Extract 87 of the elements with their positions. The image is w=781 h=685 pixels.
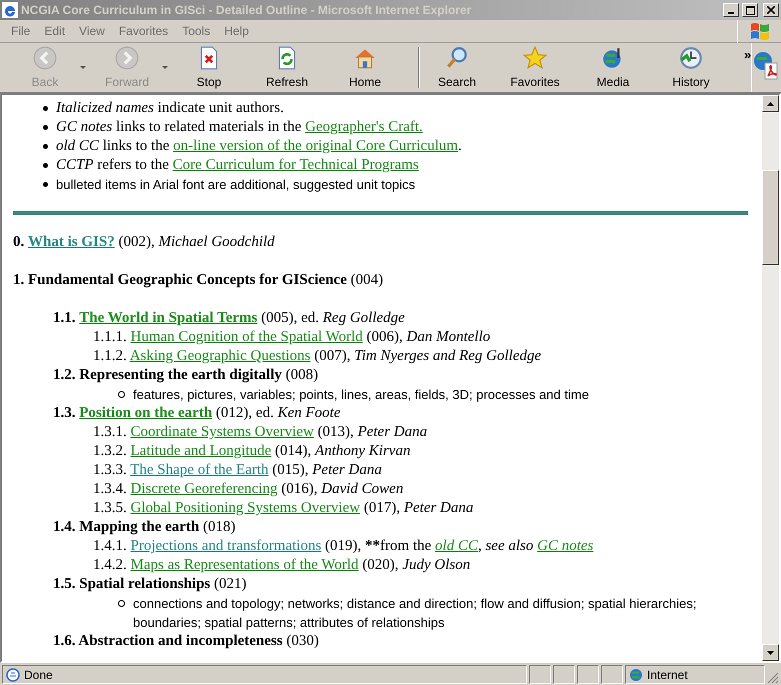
link[interactable]: Asking Geographic Questions xyxy=(130,348,310,364)
link[interactable]: Global Positioning Systems Overview xyxy=(130,500,360,516)
outline-entry: 1.1.1. Human Cognition of the Spatial World (006), Dan Montello xyxy=(93,328,492,347)
favorites-icon xyxy=(522,44,548,70)
back-icon xyxy=(32,44,58,70)
link[interactable]: Core Curriculum for Technical Programs xyxy=(172,157,419,173)
legend-text: Italicized names indicate unit authors. xyxy=(56,99,284,118)
arrow-up-icon xyxy=(767,102,774,106)
scrollbar-thumb[interactable] xyxy=(762,170,779,265)
menu-item[interactable]: Edit xyxy=(37,22,72,40)
outline-entry: 1.4. Mapping the earth (018) xyxy=(53,518,236,537)
link[interactable]: Position on the earth xyxy=(79,405,212,421)
legend-text: bulleted items in Arial font are additional, suggested unit topics xyxy=(56,176,416,194)
legend-text: GC notes links to related materials in the Geographer's Craft. xyxy=(56,118,423,137)
link[interactable]: Geographer's Craft. xyxy=(305,119,423,135)
outline-entry: 1.3.5. Global Positioning Systems Overview (017), Peter Dana xyxy=(93,499,474,518)
link[interactable]: Coordinate Systems Overview xyxy=(130,424,314,440)
arrow-down-icon xyxy=(767,650,774,654)
search-button[interactable]: Search xyxy=(426,44,488,90)
menu-item[interactable]: Tools xyxy=(175,22,218,40)
bullet-icon xyxy=(43,144,48,149)
outline-entry: 1.1. The World in Spatial Terms (005), ed. Reg Golledge xyxy=(53,309,406,328)
outline-entry: 1.3.4. Discrete Georeferencing (016), David Cowen xyxy=(93,480,404,499)
resize-grip-icon[interactable] xyxy=(767,672,779,684)
outline-entry: 1. Fundamental Geographic Concepts for GIScience (004) xyxy=(13,271,384,290)
topic-text: connections and topology; networks; distance and direction; flow and diffusion; spatial hierarchies; boundaries; spatial patterns; attributes of relationships xyxy=(133,595,698,632)
outline-entry: 1.2. Representing the earth digitally (008) xyxy=(53,366,320,385)
outline-entry: 1.5. Spatial relationships (021) xyxy=(53,575,248,594)
home-button[interactable]: Home xyxy=(334,44,396,90)
bullet-icon xyxy=(43,163,48,168)
legend-text: CCTP refers to the Core Curriculum for Technical Programs xyxy=(56,156,419,175)
outline-entry: 0. What is GIS? (002), Michael Goodchild xyxy=(13,233,276,252)
status-pane xyxy=(577,665,599,684)
menu-item[interactable]: Favorites xyxy=(112,22,176,40)
outline-entry: 1.4.2. Maps as Representations of the World (020), Judy Olson xyxy=(93,556,472,575)
history-button[interactable]: History xyxy=(660,44,722,90)
close-button[interactable] xyxy=(763,3,779,17)
page-icon xyxy=(6,668,20,682)
close-icon xyxy=(767,6,775,14)
legend-text: old CC links to the on-line version of the original Core Curriculum. xyxy=(56,137,462,156)
link[interactable]: Latitude and Longitude xyxy=(130,443,272,459)
menu-item[interactable]: File xyxy=(4,22,38,40)
history-icon xyxy=(678,44,704,70)
link[interactable]: Projections and transformations xyxy=(130,538,322,554)
bullet-icon xyxy=(43,125,48,130)
outline-entry: 1.6. Abstraction and incompleteness (030) xyxy=(53,632,320,651)
outline-entry: 1.3. Position on the earth (012), ed. Ken Foote xyxy=(53,404,342,423)
maximize-button[interactable] xyxy=(742,3,758,17)
favorites-button[interactable]: Favorites xyxy=(504,44,566,90)
topic-text: features, pictures, variables; points, lines, areas, fields, 3D; processes and time xyxy=(133,386,589,404)
link[interactable]: The Shape of the Earth xyxy=(130,462,269,478)
outline-entry: 1.3.1. Coordinate Systems Overview (013), Peter Dana xyxy=(93,423,428,442)
bullet-icon xyxy=(43,106,48,111)
outline-entry: 1.4.1. Projections and transformations (019), **from the old CC, see also GC notes xyxy=(93,537,594,556)
bullet-icon xyxy=(118,600,125,607)
outline-entry: 1.3.3. The Shape of the Earth (015), Peter Dana xyxy=(93,461,383,480)
more-tools-button[interactable]: » xyxy=(744,45,752,64)
link[interactable]: on-line version of the original Core Curriculum xyxy=(173,138,458,154)
status-pane xyxy=(601,665,623,684)
minimize-button[interactable] xyxy=(723,3,739,17)
status-pane xyxy=(553,665,575,684)
maximize-icon xyxy=(746,6,754,14)
link[interactable]: GC notes xyxy=(537,538,594,554)
zone-text: Internet xyxy=(647,666,688,684)
globe-icon xyxy=(629,668,643,682)
outline-entry: 1.3.2. Latitude and Longitude (014), Anthony Kirvan xyxy=(93,442,412,461)
stop-button[interactable]: Stop xyxy=(178,44,240,90)
bullet-icon xyxy=(43,182,48,187)
link[interactable]: The World in Spatial Terms xyxy=(79,310,258,326)
link[interactable]: old CC xyxy=(435,538,478,554)
link[interactable]: Maps as Representations of the World xyxy=(130,557,359,573)
forward-icon xyxy=(114,44,140,70)
menu-item[interactable]: Help xyxy=(217,22,256,40)
media-button[interactable]: Media xyxy=(582,44,644,90)
scroll-up-button[interactable] xyxy=(762,95,779,112)
link[interactable]: Discrete Georeferencing xyxy=(130,481,278,497)
refresh-button[interactable]: Refresh xyxy=(256,44,318,90)
outline-entry: 1.1.2. Asking Geographic Questions (007), Tim Nyerges and Reg Golledge xyxy=(93,347,542,366)
browser-icon xyxy=(2,2,18,18)
link[interactable]: What is GIS? xyxy=(28,234,115,250)
menu-item[interactable]: View xyxy=(72,22,112,40)
status-pane xyxy=(529,665,551,684)
status-text: Done xyxy=(24,666,53,684)
bullet-icon xyxy=(118,391,125,398)
scroll-down-button[interactable] xyxy=(762,644,779,661)
windows-logo-icon xyxy=(750,22,770,40)
link[interactable]: Human Cognition of the Spatial World xyxy=(130,329,363,345)
